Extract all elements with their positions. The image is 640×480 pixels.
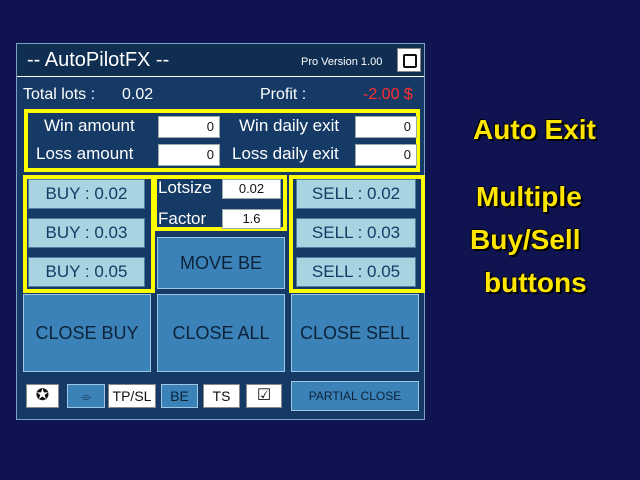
panel-title: -- AutoPilotFX -- [27, 49, 170, 71]
buy-button-3[interactable]: BUY : 0.05 [28, 257, 145, 287]
factor-field[interactable]: 1.6 [222, 209, 281, 229]
window-icon [403, 54, 417, 68]
promo-line-3: buttons [484, 267, 587, 298]
total-lots-value: 0.02 [122, 86, 154, 103]
close-all-button[interactable]: CLOSE ALL [157, 294, 285, 372]
win-daily-exit-label: Win daily exit [239, 116, 340, 135]
buy-button-2[interactable]: BUY : 0.03 [28, 218, 145, 248]
checkbox-icon[interactable]: ☑ [246, 384, 282, 408]
loss-amount-field[interactable]: 0 [158, 144, 220, 166]
lotsize-field[interactable]: 0.02 [222, 179, 281, 199]
loss-daily-exit-label: Loss daily exit [232, 144, 339, 163]
win-daily-exit-field[interactable]: 0 [355, 116, 417, 138]
profit-label: Profit : [260, 86, 307, 103]
profit-value: -2.00 $ [363, 86, 413, 103]
win-amount-field[interactable]: 0 [158, 116, 220, 138]
promo-line-1: Multiple [476, 181, 582, 212]
be-button[interactable]: BE [161, 384, 198, 408]
title-bar[interactable]: -- AutoPilotFX -- Pro Version 1.00 [17, 44, 424, 77]
sell-button-1[interactable]: SELL : 0.02 [296, 179, 416, 209]
close-buy-button[interactable]: CLOSE BUY [23, 294, 151, 372]
star-icon[interactable]: ✪ [26, 384, 59, 408]
version-label: Pro Version 1.00 [301, 56, 383, 68]
sell-button-2[interactable]: SELL : 0.03 [296, 218, 416, 248]
factor-label: Factor [158, 209, 207, 228]
tpsl-button[interactable]: TP/SL [108, 384, 156, 408]
buy-button-1[interactable]: BUY : 0.02 [28, 179, 145, 209]
win-amount-label: Win amount [44, 116, 135, 135]
window-toggle-button[interactable] [397, 48, 421, 72]
ts-button[interactable]: TS [203, 384, 240, 408]
close-sell-button[interactable]: CLOSE SELL [291, 294, 419, 372]
partial-close-button[interactable]: PARTIAL CLOSE [291, 381, 419, 411]
total-lots-label: Total lots : [23, 86, 96, 103]
move-be-button[interactable]: MOVE BE [157, 237, 285, 289]
loss-daily-exit-field[interactable]: 0 [355, 144, 417, 166]
grid-icon[interactable]: ⌯ [67, 384, 105, 408]
loss-amount-label: Loss amount [36, 144, 134, 163]
sell-button-3[interactable]: SELL : 0.05 [296, 257, 416, 287]
promo-auto-exit: Auto Exit [473, 114, 596, 145]
lotsize-label: Lotsize [158, 178, 212, 197]
promo-line-2: Buy/Sell [470, 224, 581, 255]
